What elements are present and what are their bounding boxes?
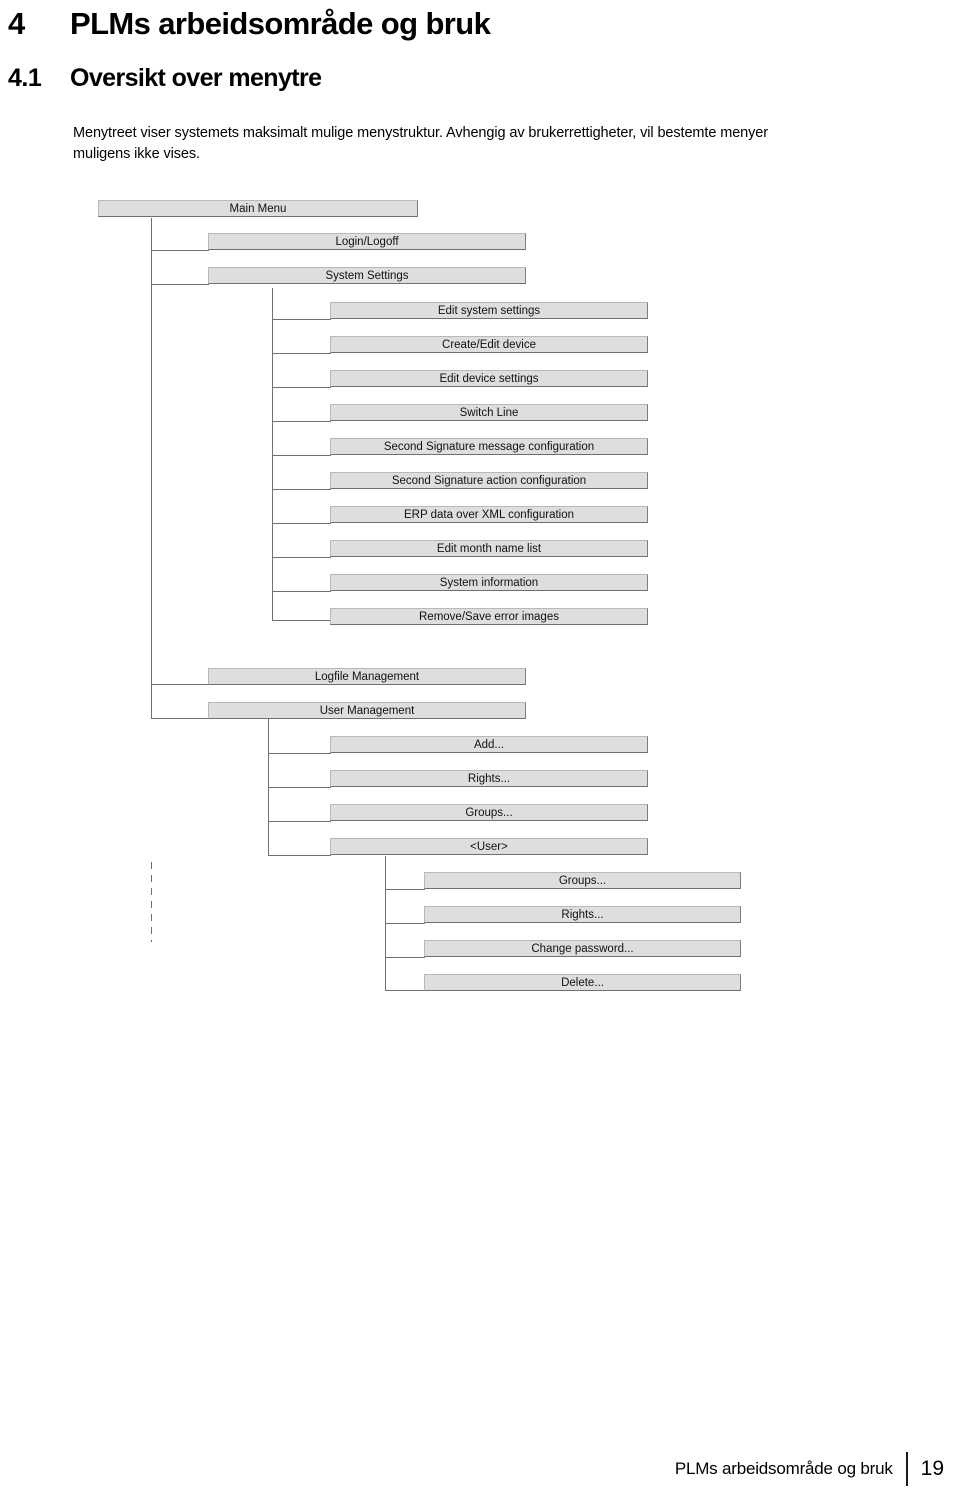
- trunk-main-menu-continuation: [151, 862, 152, 942]
- connector-second-signature-message: [272, 455, 331, 456]
- menu-node-edit-device-settings[interactable]: Edit device settings: [330, 370, 648, 387]
- connector-system-information: [272, 591, 331, 592]
- connector-second-signature-action: [272, 489, 331, 490]
- connector-login-logoff: [151, 250, 209, 251]
- menu-node-rights[interactable]: Rights...: [330, 770, 648, 787]
- connector-rights: [268, 787, 331, 788]
- menu-node-user-groups[interactable]: Groups...: [424, 872, 741, 889]
- menu-node-add[interactable]: Add...: [330, 736, 648, 753]
- connector-user-rights: [385, 923, 425, 924]
- menu-node-user-delete[interactable]: Delete...: [424, 974, 741, 991]
- connector-erp-data-over-xml: [272, 523, 331, 524]
- connector-switch-line: [272, 421, 331, 422]
- connector-groups: [268, 821, 331, 822]
- menu-node-user-change-password[interactable]: Change password...: [424, 940, 741, 957]
- connector-create-edit-device: [272, 353, 331, 354]
- connector-user-placeholder: [268, 855, 331, 856]
- connector-edit-device-settings: [272, 387, 331, 388]
- connector-user-change-password: [385, 957, 425, 958]
- page-footer: PLMs arbeidsområde og bruk 19: [675, 1452, 944, 1486]
- menu-node-remove-save-error-images[interactable]: Remove/Save error images: [330, 608, 648, 625]
- connector-remove-save-error-images: [272, 620, 331, 621]
- menu-node-edit-system-settings[interactable]: Edit system settings: [330, 302, 648, 319]
- menu-tree-diagram: Main Menu Login/Logoff System Settings E…: [0, 0, 960, 1040]
- connector-logfile-management: [151, 684, 209, 685]
- menu-node-erp-data-over-xml-configuration[interactable]: ERP data over XML configuration: [330, 506, 648, 523]
- connector-user-management: [151, 718, 209, 719]
- footer-page-number: 19: [920, 1457, 944, 1480]
- menu-node-user-management[interactable]: User Management: [208, 702, 526, 719]
- menu-node-user-placeholder[interactable]: <User>: [330, 838, 648, 855]
- menu-node-logfile-management[interactable]: Logfile Management: [208, 668, 526, 685]
- footer-title: PLMs arbeidsområde og bruk: [674, 1459, 893, 1478]
- connector-user-delete: [385, 990, 425, 991]
- menu-node-second-signature-message-configuration[interactable]: Second Signature message configuration: [330, 438, 648, 455]
- menu-node-edit-month-name-list[interactable]: Edit month name list: [330, 540, 648, 557]
- connector-edit-month-name-list: [272, 557, 331, 558]
- connector-user-groups: [385, 889, 425, 890]
- menu-node-system-settings[interactable]: System Settings: [208, 267, 526, 284]
- menu-node-main-menu[interactable]: Main Menu: [98, 200, 418, 217]
- menu-node-login-logoff[interactable]: Login/Logoff: [208, 233, 526, 250]
- connector-system-settings: [151, 284, 209, 285]
- menu-node-create-edit-device[interactable]: Create/Edit device: [330, 336, 648, 353]
- menu-node-groups[interactable]: Groups...: [330, 804, 648, 821]
- trunk-main-menu: [151, 218, 152, 719]
- menu-node-user-rights[interactable]: Rights...: [424, 906, 741, 923]
- connector-edit-system-settings: [272, 319, 331, 320]
- menu-node-system-information[interactable]: System information: [330, 574, 648, 591]
- menu-node-second-signature-action-configuration[interactable]: Second Signature action configuration: [330, 472, 648, 489]
- menu-node-switch-line[interactable]: Switch Line: [330, 404, 648, 421]
- connector-add: [268, 753, 331, 754]
